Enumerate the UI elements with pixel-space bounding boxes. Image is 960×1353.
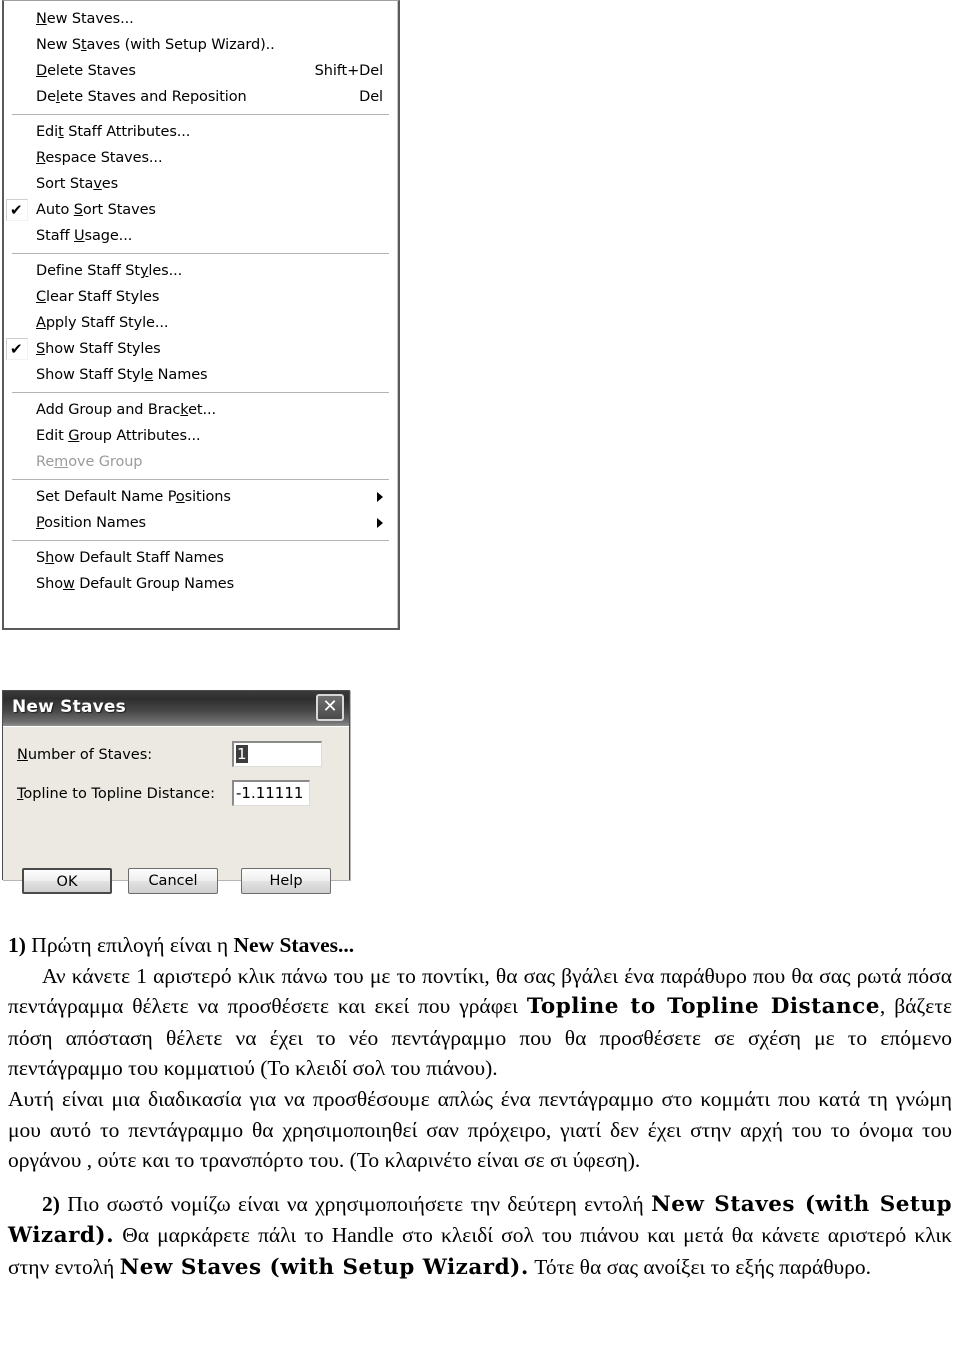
menu-item-accelerator: Del [359, 89, 383, 105]
menu-item-remove-group: Remove Group [4, 449, 397, 475]
menu-item-show-default-staff-names[interactable]: Show Default Staff Names [4, 545, 397, 571]
menu-item-delete-staves-and-reposition[interactable]: Delete Staves and Reposition Del [4, 84, 397, 110]
menu-item-label: Delete Staves [36, 63, 136, 79]
checkmark-icon: ✔ [10, 201, 23, 219]
menu-item-edit-staff-attributes[interactable]: Edit Staff Attributes... [4, 119, 397, 145]
paragraph-1-heading: 1) Πρώτη επιλογή είναι η New Staves... [8, 930, 952, 961]
ok-button[interactable]: OK [22, 868, 112, 894]
menu-item-label: Show Default Staff Names [36, 550, 224, 566]
context-menu-inner: New Staves... New Staves (with Setup Wiz… [4, 1, 398, 628]
menu-section-staff-styles: Define Staff Styles... Clear Staff Style… [4, 255, 397, 391]
close-x-icon[interactable]: ✕ [316, 694, 344, 721]
topline-distance-label: Topline to Topline Distance: [17, 786, 215, 802]
new-staves-wizard-emphasis-b: New Staves (with Setup Wizard). [119, 1254, 529, 1280]
paragraph-1-lead: Πρώτη επιλογή είναι η [25, 933, 234, 957]
menu-item-sort-staves[interactable]: Sort Staves [4, 171, 397, 197]
number-of-staves-input[interactable]: 1 [232, 741, 322, 767]
menu-item-show-staff-styles[interactable]: ✔ Show Staff Styles [4, 336, 397, 362]
menu-separator [12, 114, 389, 115]
menu-item-label: Show Staff Styles [36, 341, 161, 357]
menu-item-add-group-and-bracket[interactable]: Add Group and Bracket... [4, 397, 397, 423]
help-button[interactable]: Help [241, 868, 331, 894]
menu-item-staff-usage[interactable]: Staff Usage... [4, 223, 397, 249]
paragraph-1-body: Αν κάνετε 1 αριστερό κλικ πάνω του με το… [8, 961, 952, 1084]
menu-item-delete-staves[interactable]: Delete Staves Shift+Del [4, 58, 397, 84]
menu-item-label: New Staves (with Setup Wizard).. [36, 37, 275, 53]
menu-item-respace-staves[interactable]: Respace Staves... [4, 145, 397, 171]
paragraph-3-marker: 2) [42, 1191, 60, 1216]
menu-item-position-names[interactable]: Position Names [4, 510, 397, 536]
menu-item-label: Staff Usage... [36, 228, 133, 244]
menu-separator [12, 392, 389, 393]
menu-item-label: Sort Staves [36, 176, 119, 192]
number-of-staves-label: Number of Staves: [17, 747, 153, 763]
menu-item-label: Set Default Name Positions [36, 489, 231, 505]
menu-separator [12, 540, 389, 541]
staff-context-menu[interactable]: New Staves... New Staves (with Setup Wiz… [2, 0, 400, 630]
menu-separator [12, 253, 389, 254]
menu-item-auto-sort-staves[interactable]: ✔ Auto Sort Staves [4, 197, 397, 223]
menu-item-clear-staff-styles[interactable]: Clear Staff Styles [4, 284, 397, 310]
menu-item-label: New Staves... [36, 11, 134, 27]
menu-item-label: Add Group and Bracket... [36, 402, 217, 418]
menu-section-groups: Add Group and Bracket... Edit Group Attr… [4, 394, 397, 478]
paragraph-3-text-a: Πιο σωστό νομίζω είναι να χρησιμοποιήσετ… [59, 1191, 652, 1216]
paragraph-3-text-c: Τότε θα σας ανοίξει το εξής παράθυρο. [528, 1254, 872, 1279]
new-staves-emphasis: New Staves... [233, 933, 355, 957]
menu-separator [12, 479, 389, 480]
article-body: 1) Πρώτη επιλογή είναι η New Staves... Α… [8, 930, 952, 1284]
menu-section-name-positions: Set Default Name Positions Position Name… [4, 481, 397, 539]
menu-item-label: Edit Staff Attributes... [36, 124, 191, 140]
paragraph-2: Αυτή είναι μια διαδικασία για να προσθέσ… [8, 1086, 952, 1173]
menu-item-label: Apply Staff Style... [36, 315, 169, 331]
submenu-arrow-icon [377, 518, 383, 528]
menu-section-staves: New Staves... New Staves (with Setup Wiz… [4, 3, 397, 113]
menu-section-default-names: Show Default Staff Names Show Default Gr… [4, 542, 397, 600]
topline-distance-emphasis: Topline to Topline Distance [526, 994, 880, 1020]
topline-distance-input[interactable]: -1.11111 [232, 780, 310, 806]
paragraph-3: 2) Πιο σωστό νομίζω είναι να χρησιμοποιή… [8, 1189, 952, 1284]
menu-item-label: Auto Sort Staves [36, 202, 156, 218]
menu-item-label: Position Names [36, 515, 147, 531]
menu-item-label: Edit Group Attributes... [36, 428, 201, 444]
menu-item-new-staves-setup-wizard[interactable]: New Staves (with Setup Wizard).. [4, 32, 397, 58]
new-staves-dialog[interactable]: New Staves ✕ Number of Staves: 1 Topline… [2, 690, 350, 894]
number-of-staves-value: 1 [236, 745, 248, 763]
menu-item-label: Respace Staves... [36, 150, 163, 166]
menu-item-accelerator: Shift+Del [314, 63, 383, 79]
menu-item-label: Delete Staves and Reposition [36, 89, 247, 105]
dialog-titlebar[interactable]: New Staves ✕ [3, 691, 349, 727]
menu-item-label: Show Default Group Names [36, 576, 235, 592]
paragraph-1-marker: 1) [8, 933, 26, 957]
checkmark-icon: ✔ [10, 340, 23, 358]
menu-section-staff-attributes: Edit Staff Attributes... Respace Staves.… [4, 116, 397, 252]
submenu-arrow-icon [377, 492, 383, 502]
dialog-title: New Staves [12, 697, 126, 717]
menu-item-show-staff-style-names[interactable]: Show Staff Style Names [4, 362, 397, 388]
menu-item-apply-staff-style[interactable]: Apply Staff Style... [4, 310, 397, 336]
menu-item-label: Clear Staff Styles [36, 289, 160, 305]
menu-item-label: Show Staff Style Names [36, 367, 208, 383]
menu-item-show-default-group-names[interactable]: Show Default Group Names [4, 571, 397, 597]
menu-item-set-default-name-positions[interactable]: Set Default Name Positions [4, 484, 397, 510]
menu-item-new-staves[interactable]: New Staves... [4, 6, 397, 32]
menu-item-label: Remove Group [36, 454, 143, 470]
menu-item-edit-group-attributes[interactable]: Edit Group Attributes... [4, 423, 397, 449]
menu-item-label: Define Staff Styles... [36, 263, 183, 279]
cancel-button[interactable]: Cancel [128, 868, 218, 894]
menu-item-define-staff-styles[interactable]: Define Staff Styles... [4, 258, 397, 284]
dialog-body: Number of Staves: 1 Topline to Topline D… [3, 727, 349, 894]
